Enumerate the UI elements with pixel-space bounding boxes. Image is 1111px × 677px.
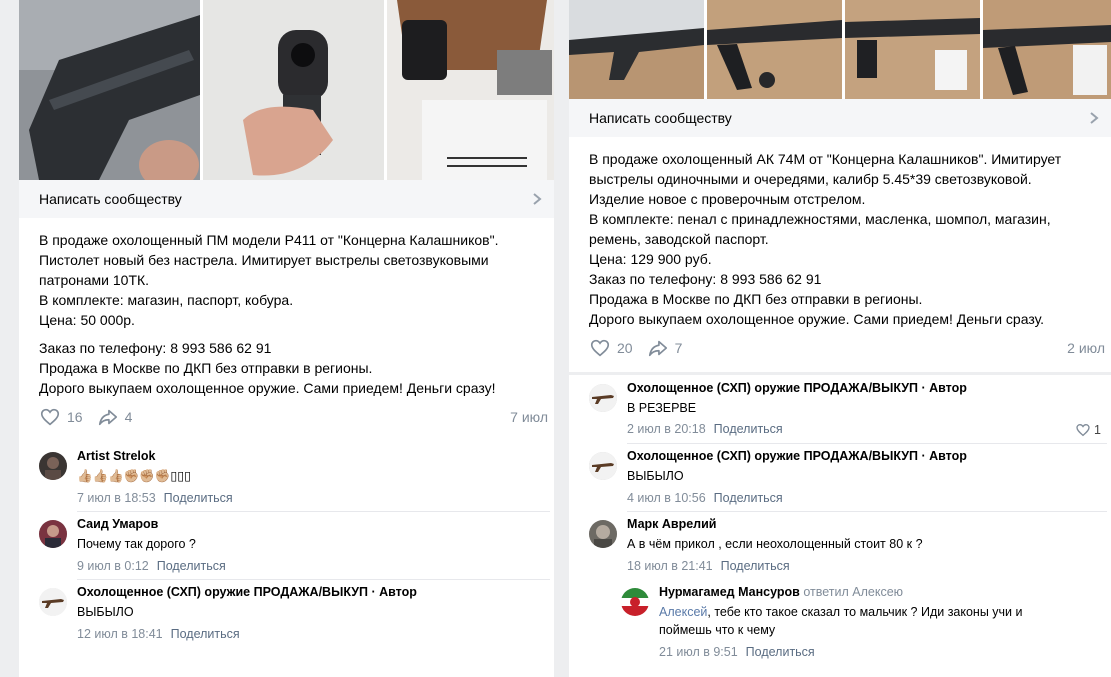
post-card-ak74m: Написать сообществу В продаже охолощенны… [569, 0, 1111, 677]
like-count: 20 [617, 340, 633, 356]
comment-meta: 12 июл в 18:41 Поделиться [77, 627, 240, 641]
comment-share-link[interactable]: Поделиться [746, 645, 815, 659]
comment-meta: 4 июл в 10:56 Поделиться [627, 491, 783, 505]
post-text: В продаже охолощенный АК 74М от "Концерн… [589, 151, 1062, 327]
post-actions: 20 7 2 июл [589, 336, 1105, 360]
comment-author[interactable]: Artist Strelok [77, 449, 156, 463]
comment: Охолощенное (СХП) оружие ПРОДАЖА/ВЫКУП ·… [589, 376, 1111, 444]
comment-share-link[interactable]: Поделиться [164, 491, 233, 505]
comment-author[interactable]: Охолощенное (СХП) оружие ПРОДАЖА/ВЫКУП ·… [77, 585, 417, 599]
comment-author[interactable]: Марк Аврелий [627, 517, 717, 531]
comment-time[interactable]: 7 июл в 18:53 [77, 491, 156, 505]
comment-meta: 2 июл в 20:18 Поделиться [627, 422, 783, 436]
write-to-community-button[interactable]: Написать сообществу [19, 180, 554, 218]
comment-meta: 9 июл в 0:12 Поделиться [77, 559, 226, 573]
page-gap-left [0, 0, 19, 677]
avatar[interactable] [621, 588, 649, 616]
comment: Охолощенное (СХП) оружие ПРОДАЖА/ВЫКУП ·… [589, 444, 1111, 512]
share-button[interactable]: 7 [647, 337, 683, 359]
replied-to[interactable]: ответил Алексею [803, 585, 903, 599]
comment-like-button[interactable]: 1 [1075, 422, 1101, 438]
comment-author[interactable]: Охолощенное (СХП) оружие ПРОДАЖА/ВЫКУП ·… [627, 381, 967, 395]
comment-text: 👍🏼👍🏼👍🏼✊🏼✊🏼✊🏼▯▯▯ [77, 469, 192, 483]
like-button[interactable]: 16 [39, 406, 83, 428]
heart-icon [40, 408, 60, 426]
post-contacts: Заказ по телефону: 8 993 586 62 91 Прода… [39, 340, 496, 396]
photo-grid [569, 0, 1111, 99]
comment-text: Алексей, тебе кто такое сказал то мальчи… [659, 603, 1023, 639]
comment-text: ВЫБЫЛО [77, 605, 134, 619]
page-gap-middle [554, 0, 569, 677]
avatar[interactable] [39, 520, 67, 548]
comment-reply: Нурмагамед Мансуров ответил Алексею Алек… [589, 580, 1111, 670]
comment-share-link[interactable]: Поделиться [714, 422, 783, 436]
post-date[interactable]: 2 июл [1067, 340, 1105, 356]
comment-meta: 18 июл в 21:41 Поделиться [627, 559, 790, 573]
post-text: В продаже охолощенный ПМ модели Р411 от … [39, 232, 499, 328]
avatar[interactable] [589, 520, 617, 548]
chevron-right-icon [533, 193, 542, 205]
comment: Марк Аврелий А в чём прикол , если неохо… [589, 512, 1111, 580]
post-date[interactable]: 7 июл [510, 409, 548, 425]
share-icon [98, 409, 117, 426]
comment-author[interactable]: Охолощенное (СХП) оружие ПРОДАЖА/ВЫКУП ·… [627, 449, 967, 463]
heart-icon [590, 339, 610, 357]
photo-rifle-4[interactable] [983, 0, 1111, 99]
comment-time[interactable]: 21 июл в 9:51 [659, 645, 738, 659]
comment: Саид Умаров Почему так дорого ? 9 июл в … [39, 512, 554, 580]
share-icon [648, 340, 667, 357]
comments-list: Охолощенное (СХП) оружие ПРОДАЖА/ВЫКУП ·… [589, 376, 1111, 670]
comment-time[interactable]: 12 июл в 18:41 [77, 627, 163, 641]
comment-time[interactable]: 18 июл в 21:41 [627, 559, 713, 573]
heart-icon [1076, 423, 1090, 437]
comment: Artist Strelok 👍🏼👍🏼👍🏼✊🏼✊🏼✊🏼▯▯▯ 7 июл в 1… [39, 444, 554, 512]
write-to-community-label: Написать сообществу [39, 191, 182, 207]
comment: Охолощенное (СХП) оружие ПРОДАЖА/ВЫКУП ·… [39, 580, 554, 648]
write-to-community-label: Написать сообществу [589, 110, 732, 126]
post-card-pistol: Написать сообществу В продаже охолощенны… [19, 0, 554, 677]
comment-share-link[interactable]: Поделиться [157, 559, 226, 573]
comment-meta: 7 июл в 18:53 Поделиться [77, 491, 233, 505]
photo-rifle-3[interactable] [845, 0, 980, 99]
share-count: 7 [674, 340, 683, 356]
mention-link[interactable]: Алексей [659, 605, 707, 619]
photo-rifle-2[interactable] [707, 0, 842, 99]
comment-share-link[interactable]: Поделиться [721, 559, 790, 573]
comment-share-link[interactable]: Поделиться [714, 491, 783, 505]
comment-like-count: 1 [1094, 423, 1101, 437]
comment-time[interactable]: 2 июл в 20:18 [627, 422, 706, 436]
photo-pistol-front[interactable] [203, 0, 384, 180]
comment-author[interactable]: Саид Умаров [77, 517, 158, 531]
photo-holster-kit[interactable] [387, 0, 554, 180]
comment-text: В РЕЗЕРВЕ [627, 401, 697, 415]
reply-text: , тебе кто такое сказал то мальчик ? Иди… [659, 605, 1023, 637]
comment-time[interactable]: 9 июл в 0:12 [77, 559, 149, 573]
avatar[interactable] [589, 384, 617, 412]
share-button[interactable]: 4 [97, 406, 133, 428]
comment-share-link[interactable]: Поделиться [171, 627, 240, 641]
comment-text: А в чём прикол , если неохолощенный стои… [627, 537, 923, 551]
comments-list: Artist Strelok 👍🏼👍🏼👍🏼✊🏼✊🏼✊🏼▯▯▯ 7 июл в 1… [39, 444, 554, 648]
comment-text: Почему так дорого ? [77, 537, 196, 551]
reply-author-name[interactable]: Нурмагамед Мансуров [659, 585, 800, 599]
like-button[interactable]: 20 [589, 337, 633, 359]
comment-text: ВЫБЫЛО [627, 469, 684, 483]
avatar[interactable] [39, 452, 67, 480]
chevron-right-icon [1090, 112, 1099, 124]
avatar[interactable] [39, 588, 67, 616]
write-to-community-button[interactable]: Написать сообществу [569, 99, 1111, 137]
photo-grid [19, 0, 554, 180]
comment-meta: 21 июл в 9:51 Поделиться [659, 645, 815, 659]
like-count: 16 [67, 409, 83, 425]
comment-author: Нурмагамед Мансуров ответил Алексею [659, 585, 903, 599]
avatar[interactable] [589, 452, 617, 480]
share-count: 4 [124, 409, 133, 425]
divider [569, 372, 1111, 375]
comment-time[interactable]: 4 июл в 10:56 [627, 491, 706, 505]
photo-pistol-side[interactable] [19, 0, 200, 180]
post-actions: 16 4 7 июл [39, 405, 548, 429]
photo-rifle-1[interactable] [569, 0, 704, 99]
